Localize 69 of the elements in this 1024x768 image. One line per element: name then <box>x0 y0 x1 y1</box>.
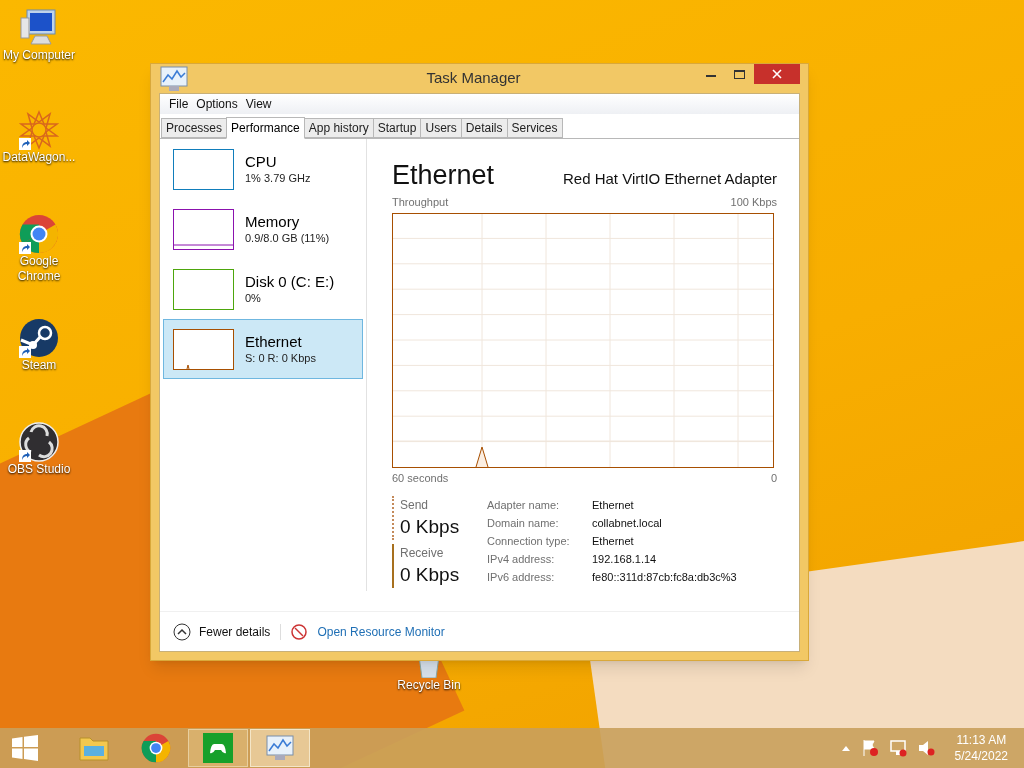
close-button[interactable] <box>754 64 800 84</box>
adapter-title: Red Hat VirtIO Ethernet Adapter <box>563 169 777 189</box>
chrome-icon <box>141 733 171 763</box>
graph-max-label: 100 Kbps <box>730 195 777 210</box>
menu-item[interactable]: File <box>165 95 193 113</box>
resource-name: CPU <box>245 152 278 171</box>
taskbar-button[interactable] <box>188 729 248 767</box>
minimize-icon[interactable] <box>706 74 718 78</box>
taskbar-button[interactable] <box>250 729 310 767</box>
computer-icon <box>19 8 59 48</box>
graph-time-span: 60 seconds <box>392 470 449 486</box>
property-label: Adapter name: <box>487 498 561 513</box>
resource-monitor-link[interactable]: Open Resource Monitor <box>317 622 445 641</box>
resource-monitor-icon <box>291 623 308 640</box>
sidebar-item[interactable]: CPU 1% 3.79 GHz <box>163 139 363 199</box>
tab[interactable]: Startup <box>372 118 422 138</box>
tab[interactable]: Details <box>460 118 508 138</box>
resource-name: Ethernet <box>245 332 303 351</box>
tab[interactable]: App history <box>303 118 374 138</box>
resource-usage: 1% 3.79 GHz <box>245 170 311 186</box>
property-value: fe80::311d:87cb:fc8a:db3c%3 <box>592 570 737 585</box>
tab[interactable]: Processes <box>161 118 228 138</box>
task-manager-icon <box>265 734 295 762</box>
property-label: Connection type: <box>487 534 571 549</box>
menu-item[interactable]: View <box>241 95 276 113</box>
send-label: Send <box>400 497 430 514</box>
sidebar-item[interactable]: Ethernet S: 0 R: 0 Kbps <box>163 319 363 379</box>
game-controller-icon <box>203 733 233 763</box>
menu-item[interactable]: Options <box>192 95 242 113</box>
property-value: Ethernet <box>592 498 635 513</box>
tab[interactable]: Users <box>420 118 462 138</box>
graph-label: Throughput <box>392 195 449 210</box>
property-label: Domain name: <box>487 516 560 531</box>
graph-min-label: 0 <box>770 470 777 486</box>
mini-graph <box>173 328 234 370</box>
property-value: collabnet.local <box>592 516 663 531</box>
property-label: IPv4 address: <box>487 552 556 567</box>
tab[interactable]: Services <box>506 118 563 138</box>
resource-name: Memory <box>245 212 301 231</box>
close-icon <box>772 69 782 79</box>
show-hidden-icons-icon[interactable] <box>840 744 851 752</box>
property-value: Ethernet <box>592 534 635 549</box>
mini-graph <box>173 148 234 190</box>
window-title: Task Manager <box>426 68 521 89</box>
property-value: 192.168.1.14 <box>592 552 658 567</box>
collapse-icon <box>173 622 191 641</box>
task-manager-icon <box>159 64 189 93</box>
resource-name: Disk 0 (C: E:) <box>245 272 335 291</box>
mini-graph <box>173 268 234 310</box>
folder-icon <box>78 734 110 762</box>
send-value: 0 Kbps <box>400 515 461 539</box>
receive-value: 0 Kbps <box>400 563 461 587</box>
network-icon[interactable] <box>888 739 907 757</box>
sidebar-item[interactable]: Memory 0.9/8.0 GB (11%) <box>163 199 363 259</box>
resource-usage: 0.9/8.0 GB (11%) <box>245 230 330 246</box>
fewer-details-button[interactable]: Fewer details <box>173 622 271 641</box>
flag-icon[interactable] <box>860 739 879 757</box>
maximize-icon[interactable] <box>734 70 746 80</box>
resource-usage: 0% <box>245 290 262 306</box>
resource-usage: S: 0 R: 0 Kbps <box>245 350 316 366</box>
speaker-muted-icon[interactable] <box>916 739 935 757</box>
windows-start-icon[interactable] <box>12 735 38 761</box>
tab[interactable]: Performance <box>226 117 305 139</box>
sidebar-item[interactable]: Disk 0 (C: E:) 0% <box>163 259 363 319</box>
receive-label: Receive <box>400 545 445 562</box>
resource-title: Ethernet <box>392 159 495 192</box>
mini-graph <box>173 208 234 250</box>
star-emblem-icon <box>19 110 59 150</box>
property-label: IPv6 address: <box>487 570 556 585</box>
